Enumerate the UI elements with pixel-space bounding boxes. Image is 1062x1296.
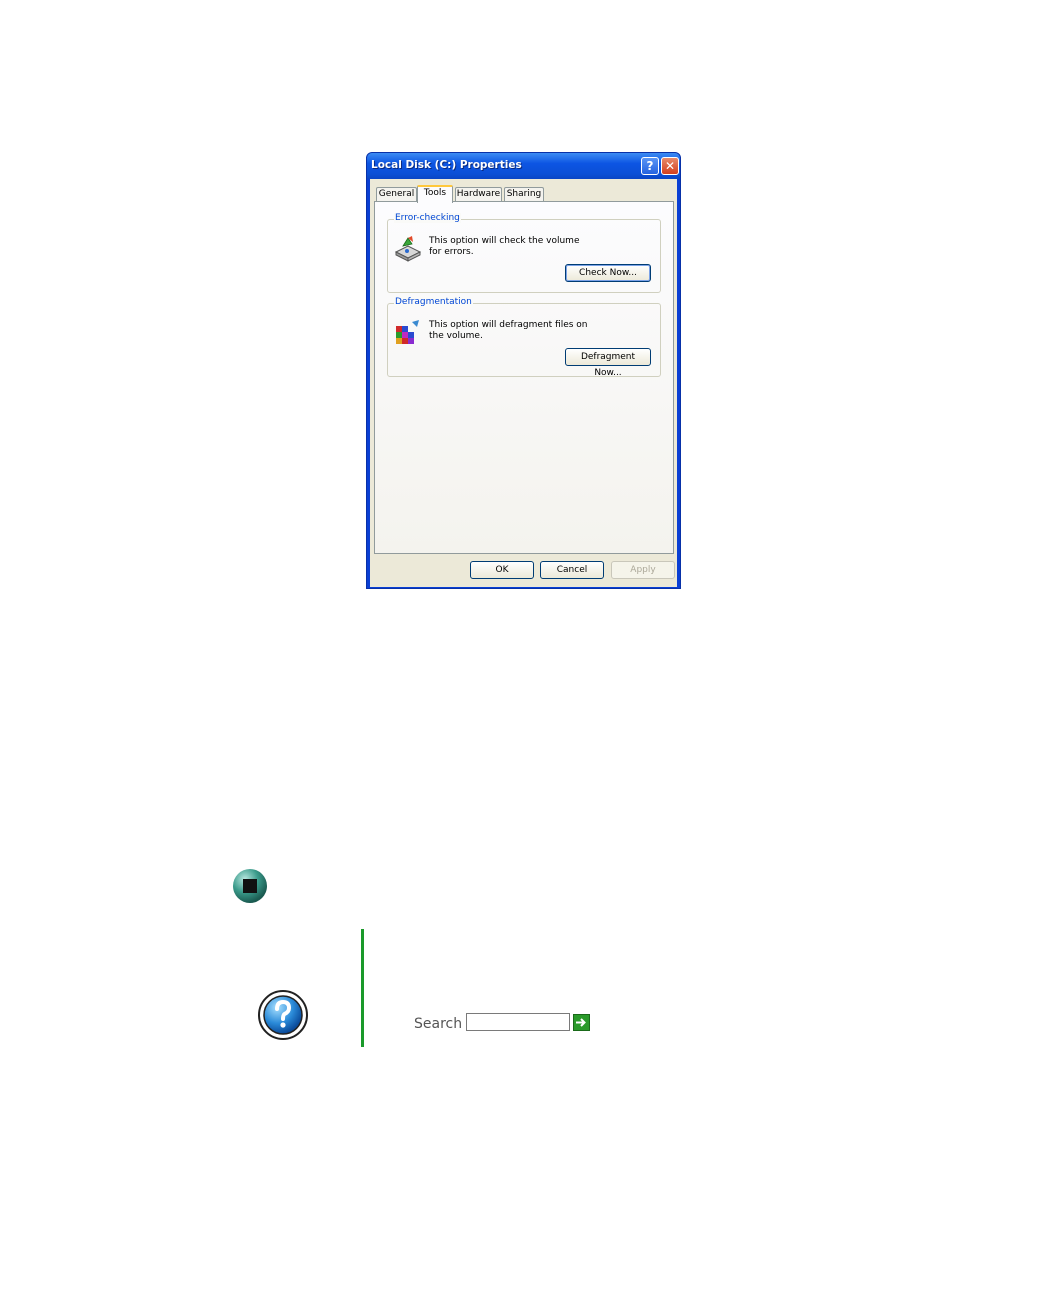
tab-hardware[interactable]: Hardware — [455, 187, 502, 202]
properties-dialog: Local Disk (C:) Properties ? ✕ General T… — [366, 152, 681, 589]
defragmentation-group: Defragmentation This option will defragm… — [387, 297, 661, 378]
ok-button[interactable]: OK — [470, 561, 534, 579]
check-now-button[interactable]: Check Now... — [565, 264, 651, 282]
close-button[interactable]: ✕ — [661, 157, 679, 175]
defragmentation-legend: Defragmentation — [394, 297, 473, 307]
apply-button[interactable]: Apply — [611, 561, 675, 579]
defragmentation-description: This option will defragment files on the… — [429, 320, 588, 341]
cancel-button[interactable]: Cancel — [540, 561, 604, 579]
defragment-now-button[interactable]: Defragment Now... — [565, 348, 651, 378]
help-box-rule — [361, 929, 364, 1047]
dialog-client-area: General Tools Hardware Sharing Error-che… — [370, 179, 677, 587]
search-input[interactable] — [466, 1013, 570, 1031]
defragment-icon — [396, 320, 419, 344]
error-checking-group: Error-checking This option will check th… — [387, 213, 661, 293]
tab-tools[interactable]: Tools — [417, 185, 453, 203]
tab-general[interactable]: General — [376, 187, 417, 202]
error-checking-description: This option will check the volume for er… — [429, 236, 580, 257]
error-checking-legend: Error-checking — [394, 213, 461, 223]
title-bar[interactable]: Local Disk (C:) Properties ? ✕ — [367, 153, 680, 179]
help-button[interactable]: ? — [641, 157, 659, 175]
search-label: Search — [414, 1016, 463, 1032]
disk-check-icon — [394, 236, 422, 262]
go-arrow-icon[interactable] — [573, 1014, 590, 1031]
tab-sharing[interactable]: Sharing — [504, 187, 544, 202]
stop-icon — [233, 869, 267, 903]
tools-tab-panel: Error-checking This option will check th… — [374, 201, 674, 554]
dialog-title: Local Disk (C:) Properties — [371, 159, 522, 171]
help-icon — [258, 990, 308, 1040]
